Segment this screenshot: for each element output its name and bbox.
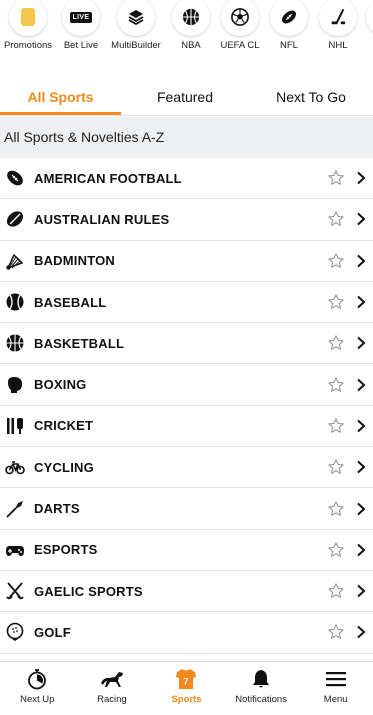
chevron-right-icon (357, 584, 366, 598)
bell-icon (253, 670, 270, 688)
sport-name: AMERICAN FOOTBALL (34, 170, 182, 186)
nav-racing[interactable]: Racing (75, 662, 150, 715)
sport-name: CRICKET (34, 418, 94, 434)
dart-icon (6, 500, 23, 518)
sports-list: AMERICAN FOOTBALL AUSTRALIAN RULES BADMI… (0, 158, 373, 654)
tab-next-to-go[interactable]: Next To Go (249, 80, 373, 115)
favorite-star-icon[interactable] (327, 293, 345, 311)
nav-next-up[interactable]: Next Up (0, 662, 75, 715)
nav-notifications[interactable]: Notifications (224, 662, 299, 715)
sports-tabs: All Sports Featured Next To Go (0, 80, 373, 116)
favorite-star-icon[interactable] (327, 210, 345, 228)
nav-menu[interactable]: Menu (298, 662, 373, 715)
sport-row-cricket[interactable]: CRICKET (0, 406, 373, 448)
bicycle-icon (5, 461, 25, 475)
sport-name: GOLF (34, 624, 71, 640)
sport-row-basketball[interactable]: BASKETBALL (0, 323, 373, 365)
live-icon: LIVE (69, 11, 93, 23)
boxing-glove-icon (8, 376, 22, 393)
soccer-ball-icon (231, 8, 249, 26)
favorite-star-icon[interactable] (327, 252, 345, 270)
quick-link-label: A (354, 40, 373, 51)
sport-row-american-football[interactable]: AMERICAN FOOTBALL (0, 158, 373, 200)
cricket-icon (7, 417, 23, 434)
quick-links-bar: Promotions LIVE Bet Live MultiBuilder NB… (0, 0, 373, 66)
baseball-icon (6, 293, 24, 311)
chevron-right-icon (357, 419, 366, 433)
chevron-right-icon (357, 171, 366, 185)
section-title: All Sports & Novelties A-Z (0, 117, 373, 158)
quick-link-bet-live[interactable]: LIVE Bet Live (50, 0, 112, 51)
quick-link-label: MultiBuilder (111, 40, 161, 51)
chevron-right-icon (357, 502, 366, 515)
nav-label: Next Up (20, 694, 55, 705)
sport-row-darts[interactable]: DARTS (0, 488, 373, 530)
favorite-star-icon[interactable] (327, 458, 345, 476)
chevron-right-icon (357, 460, 366, 474)
chevron-right-icon (357, 337, 366, 350)
nav-sports[interactable]: 7 Sports (149, 662, 224, 715)
sport-name: BOXING (34, 377, 87, 393)
sport-name: BASKETBALL (34, 335, 125, 351)
favorite-star-icon[interactable] (327, 169, 345, 187)
favorite-star-icon[interactable] (327, 376, 345, 394)
golf-ball-icon (6, 623, 24, 642)
basketball-icon (6, 334, 24, 352)
favorite-star-icon[interactable] (327, 582, 345, 600)
sport-name: AUSTRALIAN RULES (34, 211, 170, 227)
chevron-right-icon (357, 378, 366, 391)
favorite-star-icon[interactable] (327, 500, 345, 518)
nav-label: Sports (171, 694, 202, 705)
sport-row-gaelic-sports[interactable]: GAELIC SPORTS (0, 571, 373, 613)
quick-link-label: Bet Live (63, 40, 99, 51)
hamburger-icon (325, 672, 346, 687)
sport-row-golf[interactable]: GOLF (0, 612, 373, 654)
shuttlecock-icon (6, 253, 24, 270)
sport-row-boxing[interactable]: BOXING (0, 364, 373, 406)
chevron-right-icon (357, 295, 366, 309)
hurling-icon (6, 582, 24, 600)
horse-icon (100, 672, 123, 687)
sport-row-cycling[interactable]: CYCLING (0, 447, 373, 489)
hockey-stick-icon (331, 8, 346, 25)
chevron-right-icon (357, 626, 366, 639)
quick-link-more[interactable]: A (354, 0, 373, 51)
sport-row-badminton[interactable]: BADMINTON (0, 241, 373, 282)
australian-rules-icon (6, 211, 24, 228)
sport-name: BASEBALL (34, 294, 107, 310)
sport-name: DARTS (34, 501, 80, 517)
layers-icon (128, 10, 144, 25)
sport-row-baseball[interactable]: BASEBALL (0, 282, 373, 324)
chevron-right-icon (357, 543, 366, 557)
bottom-nav: Next Up Racing 7 Sports Notifications Me… (0, 661, 373, 715)
american-football-icon (7, 170, 23, 186)
tab-featured[interactable]: Featured (121, 80, 249, 115)
nav-label: Menu (323, 694, 348, 705)
favorite-star-icon[interactable] (327, 417, 345, 435)
nav-label: Notifications (235, 694, 287, 705)
football-icon (282, 10, 296, 24)
sport-name: GAELIC SPORTS (34, 583, 143, 599)
sport-name: ESPORTS (34, 542, 98, 558)
favorite-star-icon[interactable] (327, 623, 345, 641)
chevron-right-icon (357, 213, 366, 226)
jersey-number: 7 (184, 677, 189, 687)
promotions-icon (21, 8, 35, 26)
sport-row-esports[interactable]: ESPORTS (0, 530, 373, 571)
chevron-right-icon (357, 254, 366, 267)
basketball-icon (182, 8, 200, 26)
gamepad-icon (6, 545, 24, 556)
quick-link-multibuilder[interactable]: MultiBuilder (105, 0, 167, 51)
jersey-icon: 7 (176, 669, 197, 689)
favorite-star-icon[interactable] (327, 541, 345, 559)
stopwatch-icon (28, 669, 47, 690)
sport-row-australian-rules[interactable]: AUSTRALIAN RULES (0, 199, 373, 241)
sport-name: CYCLING (34, 459, 94, 475)
nav-label: Racing (97, 694, 127, 705)
favorite-star-icon[interactable] (327, 334, 345, 352)
sport-name: BADMINTON (34, 253, 115, 269)
tab-all-sports[interactable]: All Sports (0, 80, 121, 115)
